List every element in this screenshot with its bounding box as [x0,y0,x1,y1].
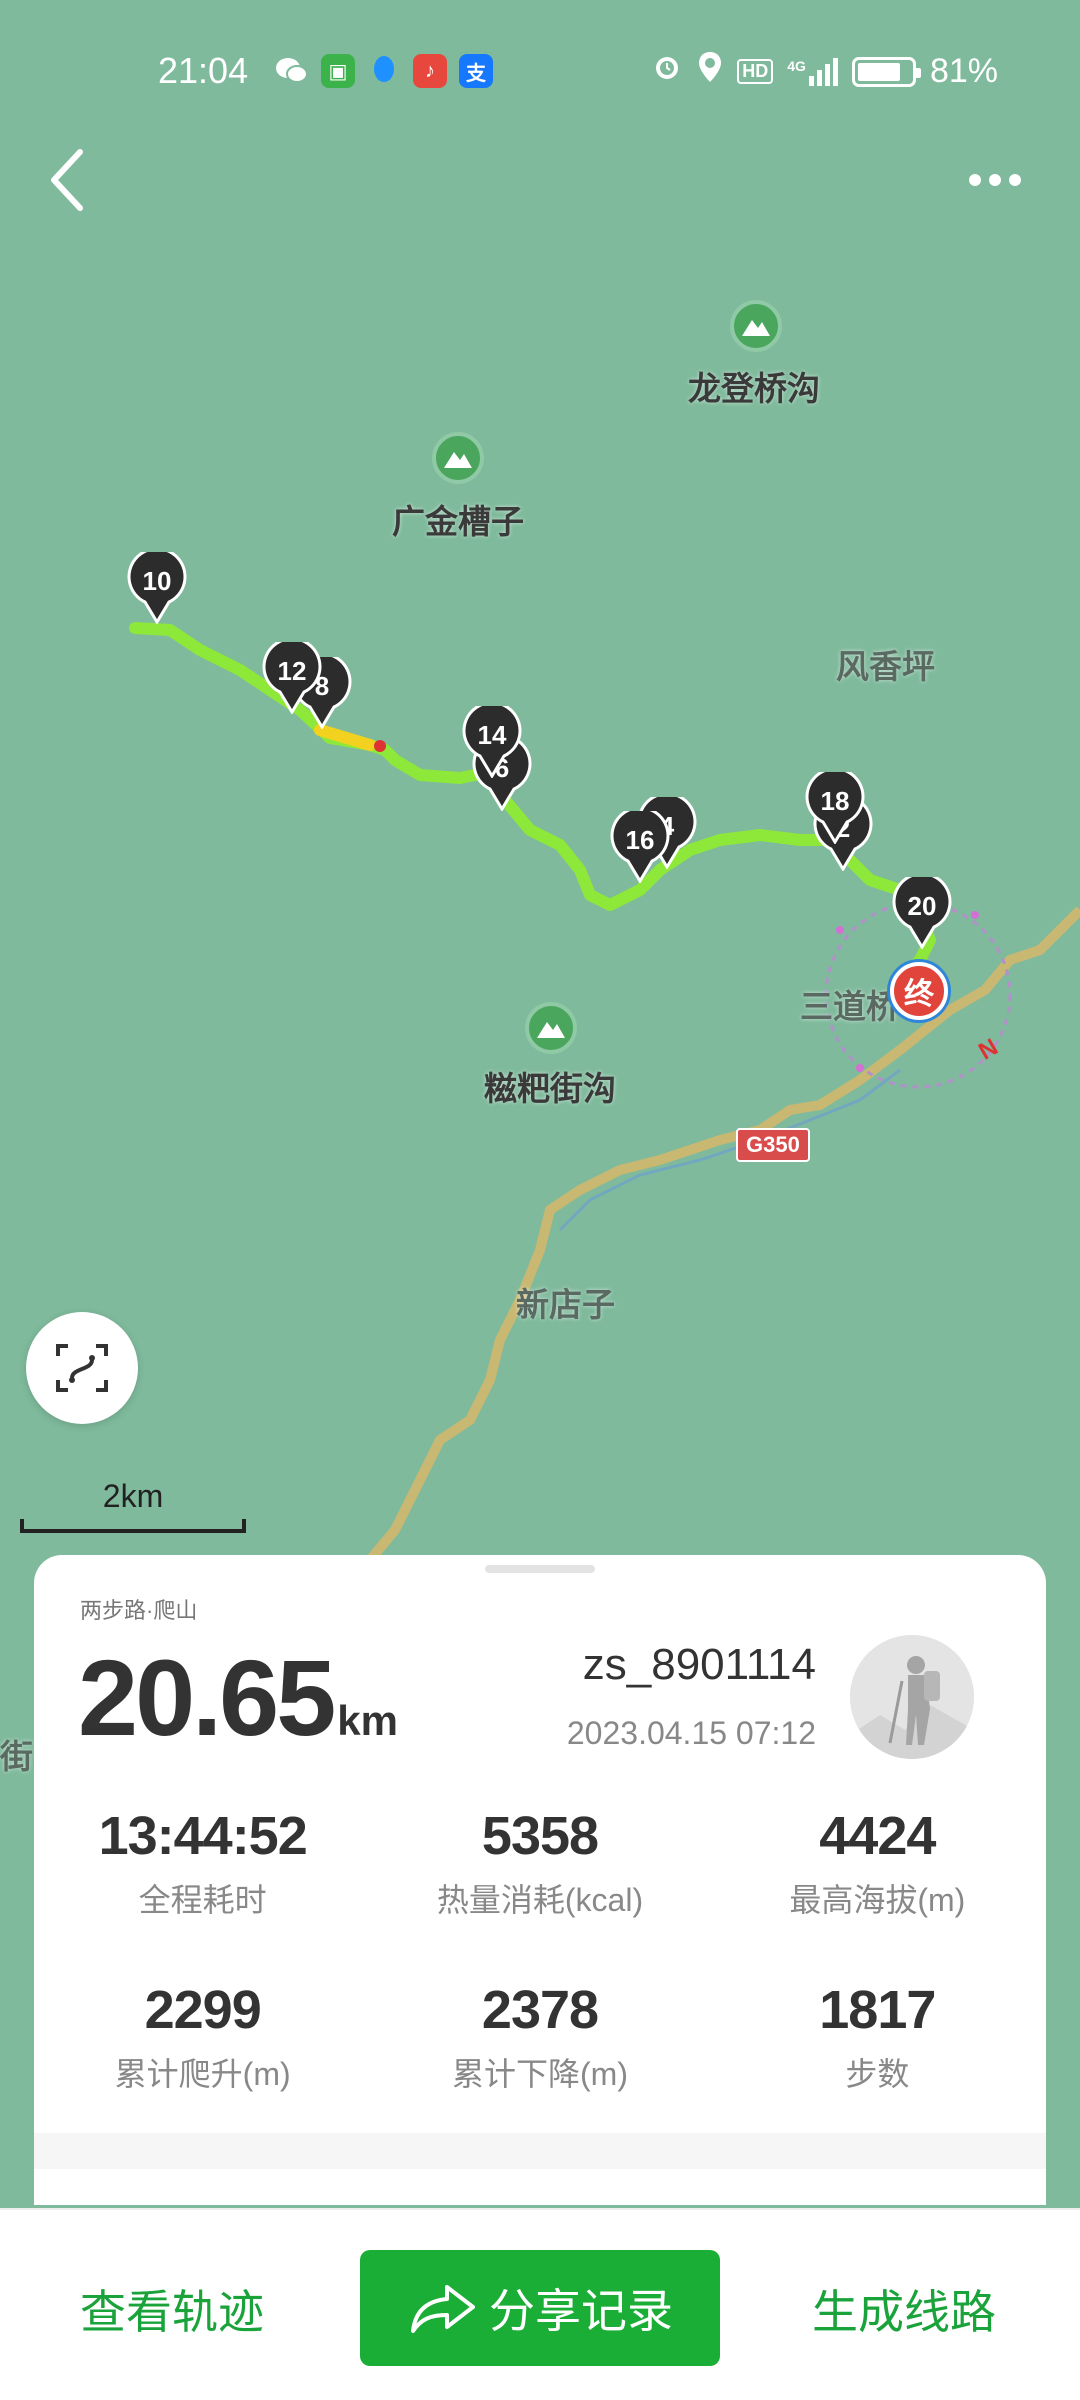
distance-value: 20.65 [78,1637,336,1758]
alipay-icon: 支 [459,54,493,88]
drag-handle[interactable] [485,1565,595,1573]
stat-duration: 13:44:52 全程耗时 [34,1805,371,1921]
end-marker[interactable]: 终 [890,962,948,1020]
summary-card[interactable]: 两步路·爬山 20.65 km zs_8901114 2023.04.15 07… [34,1555,1046,2205]
waypoint-label: 16 [625,825,655,855]
battery-percent: 81% [929,52,998,90]
more-dot-icon [989,174,1001,186]
sport-type: 两步路·爬山 [80,1598,198,1623]
card-divider [34,2133,1046,2169]
place-label: 街 [0,1738,33,1775]
share-label: 分享记录 [489,2285,673,2337]
hiker-avatar-icon [850,1635,974,1759]
place-label: 龙登桥沟 [688,370,820,407]
view-track-button[interactable]: 查看轨迹 [80,2276,264,2342]
waypoint-marker[interactable]: 16 [610,806,670,884]
waypoint-marker[interactable]: 14 [462,701,522,779]
waypoint-label: 12 [277,656,307,686]
stat-label: 全程耗时 [138,1882,267,1918]
stats-grid: 13:44:52 全程耗时 5358 热量消耗(kcal) 4424 最高海拔(… [34,1805,1046,2095]
place-label: 三道桥 [800,988,899,1025]
music-app-icon: ♪ [413,54,447,88]
stat-label: 步数 [845,2056,910,2092]
waypoint-marker[interactable]: 18 [805,767,865,845]
bottom-action-bar: 查看轨迹 分享记录 生成线路 [0,2208,1080,2400]
back-button[interactable] [38,140,98,220]
avatar[interactable] [850,1635,974,1759]
location-icon [697,50,723,93]
peak-icon [730,300,782,352]
stat-value: 2378 [481,1980,599,2040]
shopping-app-icon: ▣ [321,54,355,88]
waypoint-label: 10 [142,566,172,596]
stat-calories: 5358 热量消耗(kcal) [371,1805,708,1921]
username: zs_8901114 [582,1640,816,1689]
waypoint-marker[interactable]: 12 [262,637,322,715]
chevron-left-icon [51,149,83,211]
more-options-button[interactable] [960,160,1030,200]
stat-label: 最高海拔(m) [789,1882,966,1918]
place-label: 新店子 [516,1286,615,1323]
stat-value: 5358 [481,1806,599,1866]
peak-icon [432,432,484,484]
end-marker-label: 终 [904,978,934,1011]
record-date: 2023.04.15 07:12 [566,1715,816,1751]
place-label: 风香坪 [836,648,935,685]
more-dot-icon [969,174,981,186]
stat-value: 2299 [144,1980,262,2040]
stat-value: 4424 [819,1806,936,1866]
place-label: 糍粑街沟 [484,1070,616,1107]
place-label: 广金槽子 [392,503,524,540]
share-record-button[interactable]: 分享记录 [360,2250,720,2366]
more-dot-icon [1009,174,1021,186]
scale-bar [20,1519,246,1533]
distance: 20.65 km [78,1635,398,1760]
waypoint-marker[interactable]: 10 [127,547,187,625]
qq-icon [367,54,401,88]
map-scale: 2km [20,1478,246,1533]
alarm-icon [651,51,683,92]
hd-icon: HD [737,59,774,84]
stat-value: 13:44:52 [98,1806,308,1866]
distance-unit: km [337,1697,398,1744]
battery-icon [851,56,921,87]
map-canvas [129,622,1080,1600]
map-view[interactable]: 龙登桥沟 广金槽子 风香坪 三道桥 糍粑街沟 新店子 街 G350 10 8 12 6… [0,0,1080,1775]
status-app-icons: ▣ ♪ 支 [275,54,493,88]
share-icon [411,2285,475,2333]
signal-icon: 4G [787,57,838,86]
status-bar: 21:04 ▣ ♪ 支 HD 4G 81% [0,0,1080,140]
waypoint-label: 20 [907,891,937,921]
route-scan-icon [56,1344,108,1392]
peak-icon [525,1002,577,1054]
waypoint-label: 18 [820,786,850,816]
stat-label: 累计下降(m) [452,2056,628,2092]
track-fit-button[interactable] [26,1312,138,1424]
road-g350 [355,906,1080,1600]
waypoint-label: 14 [477,720,507,750]
wechat-icon [275,54,309,88]
scale-label: 2km [102,1478,164,1514]
stat-label: 累计爬升(m) [114,2056,291,2092]
stat-label: 热量消耗(kcal) [436,1882,644,1918]
stat-descent: 2378 累计下降(m) [371,1979,708,2095]
stat-ascent: 2299 累计爬升(m) [34,1979,371,2095]
stat-value: 1817 [819,1980,936,2040]
create-route-button[interactable]: 生成线路 [812,2276,996,2342]
waypoint-marker[interactable]: 20 [892,872,952,950]
stat-steps: 1817 步数 [709,1979,1046,2095]
status-time: 21:04 [158,50,249,91]
stat-max-altitude: 4424 最高海拔(m) [709,1805,1046,1921]
status-indicators: HD 4G 81% [651,50,998,93]
road-badge: G350 [736,1128,810,1162]
